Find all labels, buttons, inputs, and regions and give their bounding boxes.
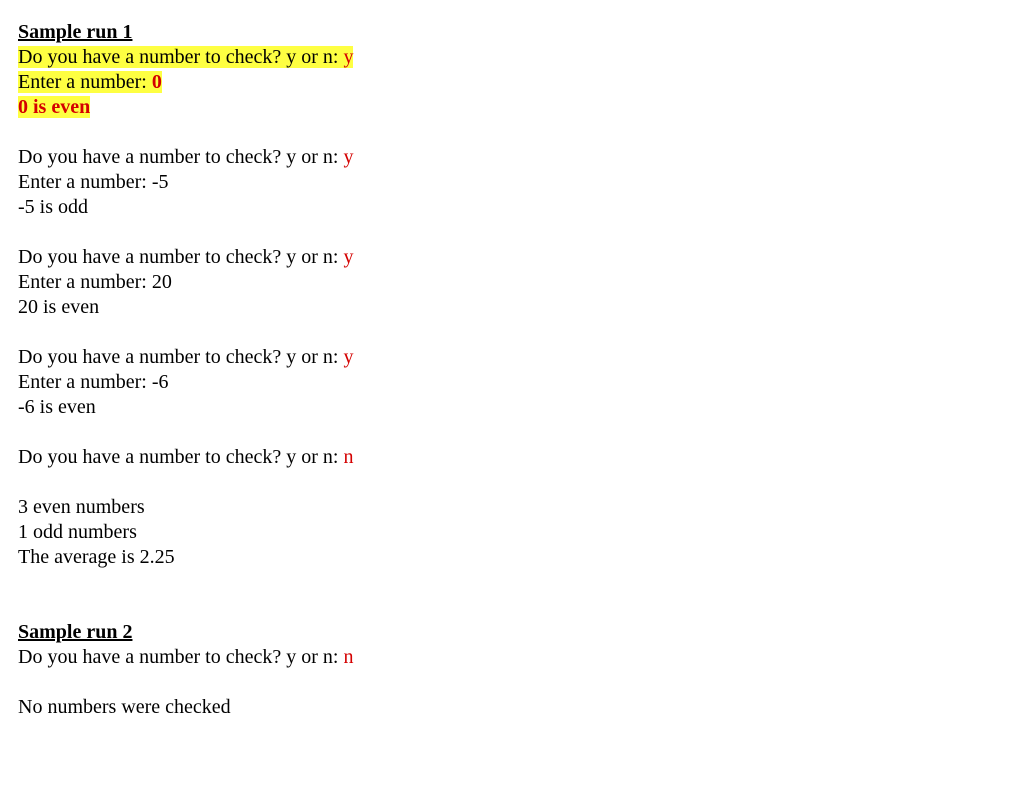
prompt-text: Do you have a number to check? y or n:	[18, 446, 343, 468]
result-text: 20 is even	[18, 296, 99, 318]
result-text: -6 is even	[18, 396, 96, 418]
run1-block-0-prompt: Do you have a number to check? y or n: y	[18, 45, 1006, 70]
prompt-text: Do you have a number to check? y or n:	[18, 46, 343, 68]
prompt-answer: y	[343, 46, 353, 68]
enter-value: -6	[152, 371, 169, 393]
run1-block-0-enter-hl: Enter a number: 0	[18, 71, 162, 93]
run1-block-0-result: 0 is even	[18, 95, 1006, 120]
prompt-text: Do you have a number to check? y or n:	[18, 646, 343, 668]
result-text: -5 is odd	[18, 196, 88, 218]
run1-block-2-enter: Enter a number: 20	[18, 270, 1006, 295]
run1-block-1-enter: Enter a number: -5	[18, 170, 1006, 195]
prompt-answer: n	[343, 446, 353, 468]
run1-summary-even: 3 even numbers	[18, 495, 1006, 520]
sample-run-2-title: Sample run 2	[18, 620, 1006, 645]
blank-line	[18, 670, 1006, 695]
blank-line	[18, 470, 1006, 495]
run1-block-3-result: -6 is even	[18, 395, 1006, 420]
run1-block-0-prompt-hl: Do you have a number to check? y or n: y	[18, 46, 353, 68]
enter-text: Enter a number:	[18, 71, 152, 93]
prompt-answer: y	[343, 146, 353, 168]
run1-summary-odd: 1 odd numbers	[18, 520, 1006, 545]
run1-final-prompt: Do you have a number to check? y or n: n	[18, 445, 1006, 470]
run1-summary-avg: The average is 2.25	[18, 545, 1006, 570]
blank-line	[18, 120, 1006, 145]
enter-value: 20	[152, 271, 172, 293]
run1-block-3-prompt: Do you have a number to check? y or n: y	[18, 345, 1006, 370]
result-text: 0 is even	[18, 96, 90, 118]
prompt-answer: n	[343, 646, 353, 668]
run1-block-0-enter: Enter a number: 0	[18, 70, 1006, 95]
sample-run-1-title: Sample run 1	[18, 20, 1006, 45]
blank-line	[18, 595, 1006, 620]
run1-block-1-result: -5 is odd	[18, 195, 1006, 220]
enter-text: Enter a number:	[18, 171, 152, 193]
run1-block-2-result: 20 is even	[18, 295, 1006, 320]
run2-result: No numbers were checked	[18, 695, 1006, 720]
run2-prompt: Do you have a number to check? y or n: n	[18, 645, 1006, 670]
run1-block-1-prompt: Do you have a number to check? y or n: y	[18, 145, 1006, 170]
enter-value: 0	[152, 71, 162, 93]
blank-line	[18, 320, 1006, 345]
run1-block-2-prompt: Do you have a number to check? y or n: y	[18, 245, 1006, 270]
enter-value: -5	[152, 171, 169, 193]
run1-block-0-result-hl: 0 is even	[18, 96, 90, 118]
blank-line	[18, 570, 1006, 595]
prompt-text: Do you have a number to check? y or n:	[18, 346, 343, 368]
enter-text: Enter a number:	[18, 271, 152, 293]
prompt-text: Do you have a number to check? y or n:	[18, 146, 343, 168]
run1-block-3-enter: Enter a number: -6	[18, 370, 1006, 395]
prompt-answer: y	[343, 246, 353, 268]
prompt-text: Do you have a number to check? y or n:	[18, 246, 343, 268]
blank-line	[18, 420, 1006, 445]
prompt-answer: y	[343, 346, 353, 368]
enter-text: Enter a number:	[18, 371, 152, 393]
blank-line	[18, 220, 1006, 245]
